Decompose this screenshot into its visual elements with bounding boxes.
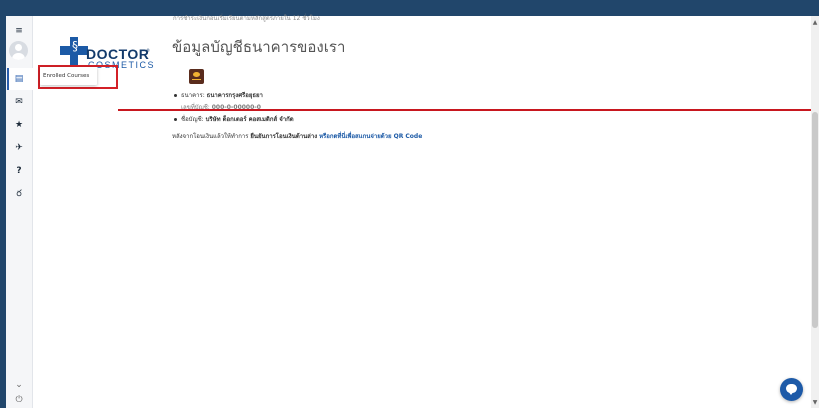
account-name-row: ชื่อบัญชี: บริษัท ด็อกเตอร์ คอสเมติกส์ จ… — [174, 116, 294, 124]
bank-name-row: ธนาคาร: ธนาคารกรุงศรีอยุธยา — [174, 92, 263, 100]
scroll-down-icon[interactable]: ▼ — [811, 400, 819, 406]
bank-label: ธนาคาร: — [181, 92, 207, 99]
menu-icon[interactable]: ≡ — [6, 26, 32, 36]
annotation-line — [118, 109, 819, 111]
instruction-prefix: หลังจากโอนเงินแล้วให้ทำการ — [172, 133, 251, 140]
scroll-up-icon[interactable]: ▲ — [811, 20, 819, 26]
badge-icon[interactable]: ర — [6, 189, 32, 199]
bank-logo-icon — [189, 69, 204, 84]
star-icon[interactable]: ★ — [6, 120, 32, 130]
message-icon[interactable]: ✉ — [6, 97, 32, 107]
registered-mark: ® — [146, 48, 150, 53]
page-title: ข้อมูลบัญชีธนาคารของเรา — [172, 38, 346, 56]
account-name-label: ชื่อบัญชี: — [181, 116, 206, 123]
rocket-icon[interactable]: ✈ — [6, 143, 32, 153]
power-icon[interactable]: ⏻ — [6, 395, 32, 405]
bank-value: ธนาคารกรุงศรีอยุธยา — [206, 92, 263, 99]
help-icon[interactable]: ? — [6, 166, 32, 176]
chevron-down-icon[interactable]: ⌄ — [6, 380, 32, 390]
instruction-text: หลังจากโอนเงินแล้วให้ทำการ ยืนยันการโอนเ… — [172, 133, 422, 141]
avatar[interactable] — [9, 41, 28, 60]
scrollbar[interactable]: ▲ ▼ — [811, 16, 819, 408]
scrollbar-thumb[interactable] — [812, 112, 818, 328]
qr-code-link[interactable]: หรือกดที่นี่เพื่อสแกนจ่ายด้วย QR Code — [319, 133, 422, 140]
sidebar: ≡ ▤ ✉ ★ ✈ ? ర ⌄ ⏻ — [6, 16, 33, 408]
clipped-text: การชำระเงินก่อนเริ่มเรียนตามหลักสูตรภายใ… — [173, 15, 320, 22]
caduceus-icon: § — [72, 39, 78, 53]
account-name-value: บริษัท ด็อกเตอร์ คอสเมติกส์ จำกัด — [205, 116, 294, 123]
chat-button[interactable] — [780, 378, 803, 401]
book-icon[interactable]: ▤ — [6, 74, 32, 84]
main-content — [33, 16, 811, 408]
tooltip-enrolled-courses: Enrolled Courses — [40, 67, 97, 85]
logo-word-doctor: DOCTOR — [86, 46, 150, 62]
instruction-bold: ยืนยันการโอนเงินด้านล่าง — [250, 133, 318, 140]
